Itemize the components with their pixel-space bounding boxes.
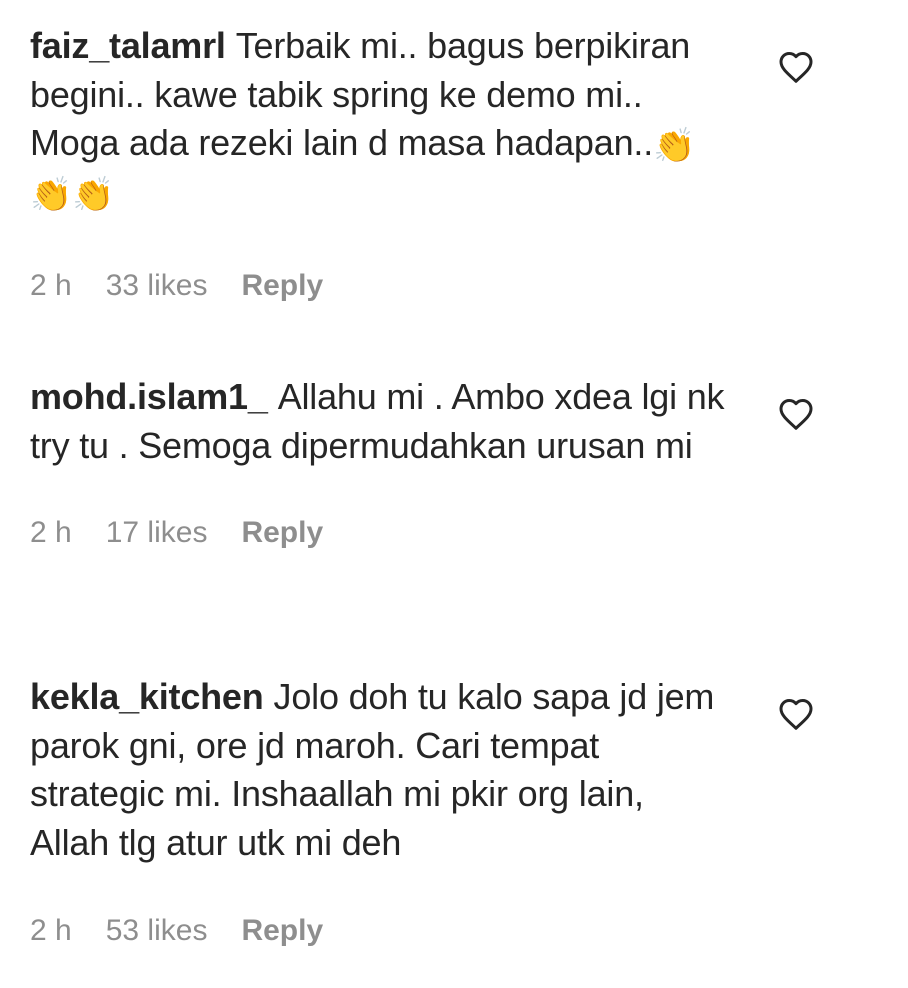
comment-username[interactable]: mohd.islam1_: [30, 376, 268, 417]
comment-body: faiz_talamrl Terbaik mi.. bagus berpikira…: [30, 22, 730, 216]
comment: faiz_talamrl Terbaik mi.. bagus berpikira…: [30, 22, 878, 306]
comment-meta: 2 h 53 likes Reply: [30, 911, 878, 951]
comment-likes[interactable]: 53 likes: [106, 914, 208, 948]
reply-button[interactable]: Reply: [241, 914, 323, 948]
clapping-hands-emoji: 👏: [653, 127, 696, 165]
heart-icon[interactable]: [778, 50, 814, 84]
comment-body: mohd.islam1_ Allahu mi . Ambo xdea lgi nk…: [30, 373, 730, 470]
comment-body: kekla_kitchen Jolo doh tu kalo sapa jd je…: [30, 673, 730, 867]
comment-meta: 2 h 33 likes Reply: [30, 266, 878, 306]
comment: mohd.islam1_ Allahu mi . Ambo xdea lgi nk…: [30, 373, 878, 553]
comment: kekla_kitchen Jolo doh tu kalo sapa jd je…: [30, 673, 878, 951]
comment-time: 2 h: [30, 914, 72, 947]
comment-likes[interactable]: 17 likes: [106, 516, 208, 550]
comment-username[interactable]: faiz_talamrl: [30, 25, 226, 66]
comment-username[interactable]: kekla_kitchen: [30, 676, 264, 717]
comment-time: 2 h: [30, 516, 72, 549]
clapping-hands-emoji: 👏: [72, 175, 115, 214]
comment-time: 2 h: [30, 269, 72, 302]
comment-likes[interactable]: 33 likes: [106, 269, 208, 303]
clapping-hands-emoji: 👏: [30, 175, 73, 214]
heart-icon[interactable]: [778, 397, 814, 431]
comment-meta: 2 h 17 likes Reply: [30, 513, 878, 553]
reply-button[interactable]: Reply: [241, 269, 323, 303]
heart-icon[interactable]: [778, 697, 814, 731]
reply-button[interactable]: Reply: [241, 516, 323, 550]
